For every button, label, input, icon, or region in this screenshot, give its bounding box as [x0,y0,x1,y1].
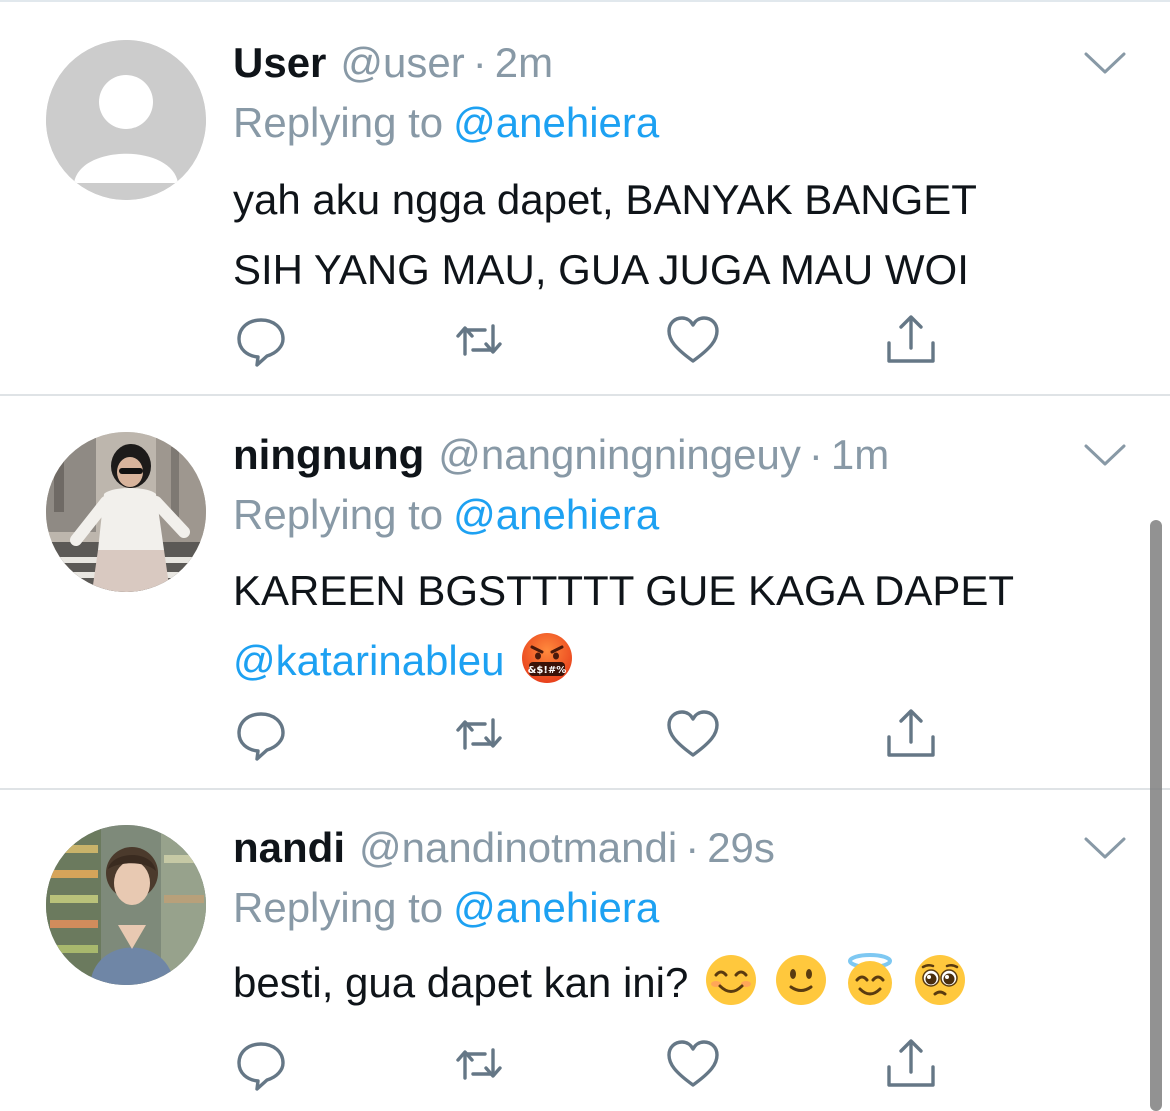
tweet-text-line-2: @katarinableu &$!#% [233,626,1014,696]
profile-photo [46,432,206,592]
replying-to-handle[interactable]: @anehiera [453,99,659,146]
user-handle[interactable]: @user [340,39,464,86]
chevron-down-icon[interactable] [1082,833,1128,863]
retweet-icon[interactable] [451,706,507,762]
tweet-text-line: besti, gua dapet kan ini? [233,948,967,1018]
scrollbar[interactable] [1150,520,1162,1111]
replying-to-handle[interactable]: @anehiera [453,491,659,538]
tweet-text-line: SIH YANG MAU, GUA JUGA MAU WOI [233,246,969,293]
default-avatar-icon [46,40,206,200]
avatar[interactable] [46,40,206,200]
user-handle[interactable]: @nangningningeuy [438,431,801,478]
tweet-text-content: besti, gua dapet kan ini? [233,959,689,1006]
share-icon[interactable] [883,312,939,368]
retweet-icon[interactable] [451,312,507,368]
profile-photo [46,825,206,985]
timestamp[interactable]: 2m [495,39,553,86]
replying-to-label: Replying to [233,99,444,146]
share-icon[interactable] [883,706,939,762]
like-icon[interactable] [665,706,721,762]
tweet-header: ningnung @nangningningeuy · 1m [233,430,889,480]
tweet[interactable]: ningnung @nangningningeuy · 1m Replying to @… [0,396,1170,790]
replying-to-line: Replying to @anehiera [233,98,659,148]
replying-to-label: Replying to [233,491,444,538]
tweet-text: yah aku ngga dapet, BANYAK BANGET SIH YA… [233,165,977,305]
chevron-down-icon[interactable] [1082,48,1128,78]
mention-link[interactable]: @katarinableu [233,637,504,684]
timestamp[interactable]: 1m [831,431,889,478]
user-handle[interactable]: @nandinotmandi [359,824,677,871]
face-with-symbols-on-mouth-emoji: &$!#% [522,632,573,683]
replying-to-label: Replying to [233,884,444,931]
reply-icon[interactable] [233,312,289,368]
chevron-down-icon[interactable] [1082,440,1128,470]
tweet-text: besti, gua dapet kan ini? [233,948,967,1018]
tweet-actions [233,706,953,762]
pleading-face-emoji [915,954,966,1005]
tweet-header: nandi @nandinotmandi · 29s [233,823,775,873]
display-name[interactable]: nandi [233,824,345,871]
separator-dot: · [685,824,700,871]
emoji-symbols-text: &$!#% [528,665,567,676]
reply-feed: User @user · 2m Replying to @anehiera yah ak… [0,0,1170,1111]
display-name[interactable]: User [233,39,326,86]
like-icon[interactable] [665,312,721,368]
replying-to-line: Replying to @anehiera [233,490,659,540]
slightly-smiling-emoji [775,954,826,1005]
smiling-eyes-emoji [706,954,757,1005]
tweet-text-line: yah aku ngga dapet, BANYAK BANGET [233,176,977,223]
separator-dot: · [808,431,823,478]
tweet-header: User @user · 2m [233,38,553,88]
tweet-text-line: KAREEN BGSTTTTT GUE KAGA DAPET [233,567,1015,614]
tweet[interactable]: User @user · 2m Replying to @anehiera yah ak… [0,0,1170,396]
like-icon[interactable] [665,1036,721,1092]
timestamp[interactable]: 29s [707,824,775,871]
tweet-actions [233,312,953,368]
tweet-text: KAREEN BGSTTTTT GUE KAGA DAPET @katarina… [233,556,1014,696]
share-icon[interactable] [883,1036,939,1092]
tweet[interactable]: nandi @nandinotmandi · 29s Replying to @aneh… [0,790,1170,1111]
display-name[interactable]: ningnung [233,431,424,478]
halo-emoji [848,952,893,1005]
tweet-actions [233,1036,953,1092]
reply-icon[interactable] [233,706,289,762]
avatar[interactable] [46,825,206,985]
reply-icon[interactable] [233,1036,289,1092]
avatar[interactable] [46,432,206,592]
replying-to-handle[interactable]: @anehiera [453,884,659,931]
separator-dot: · [472,39,487,86]
replying-to-line: Replying to @anehiera [233,883,659,933]
retweet-icon[interactable] [451,1036,507,1092]
